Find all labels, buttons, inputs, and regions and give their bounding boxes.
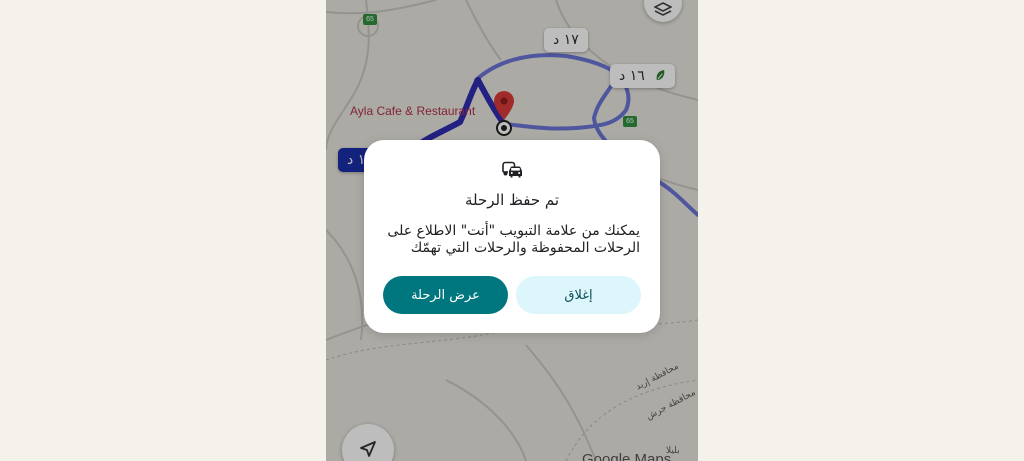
dialog-actions: إغلاق عرض الرحلة [383,276,641,314]
dialog-message: يمكنك من علامة التبويب "أنت" الاطلاع على… [387,223,640,256]
dialog-title: تم حفظ الرحلة [464,191,560,209]
view-trip-button[interactable]: عرض الرحلة [383,276,508,314]
trip-saved-dialog: تم حفظ الرحلة يمكنك من علامة التبويب "أن… [364,140,660,333]
cars-icon [502,161,522,178]
close-button[interactable]: إغلاق [516,276,641,314]
